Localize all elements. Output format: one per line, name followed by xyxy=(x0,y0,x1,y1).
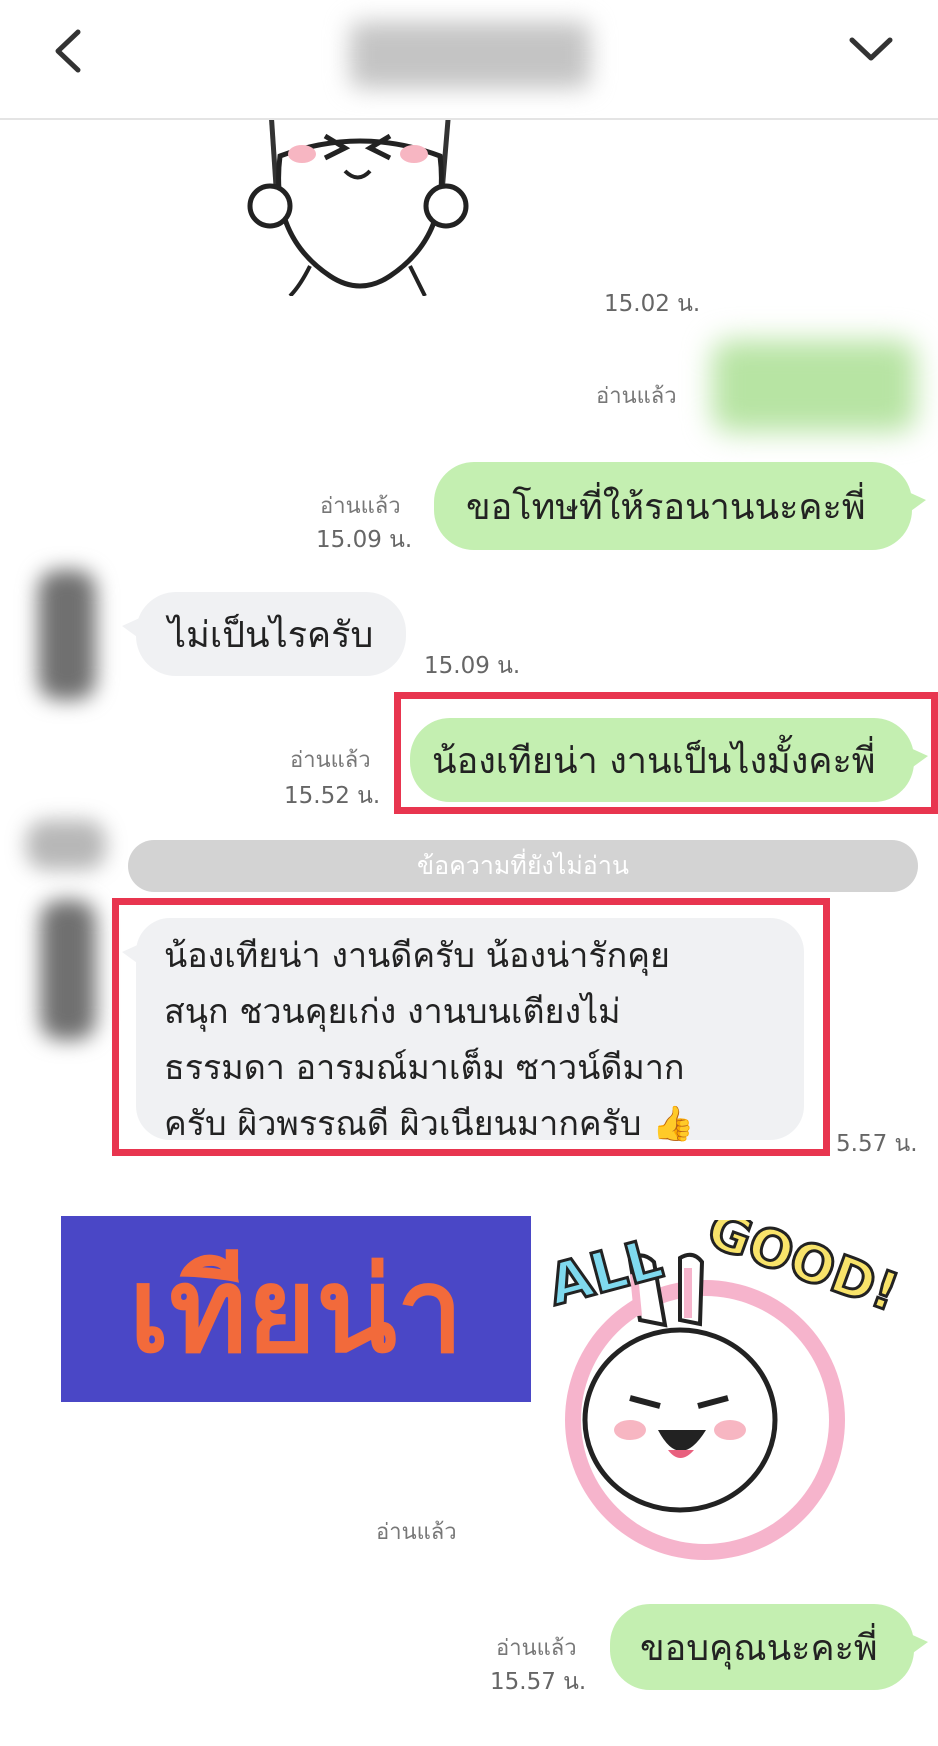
blurred-contact-name xyxy=(350,22,590,88)
read-receipt: อ่านแล้ว xyxy=(496,1636,577,1661)
avatar xyxy=(26,820,106,870)
chat-header xyxy=(0,0,938,120)
outgoing-message-bubble[interactable]: ขอบคุณนะคะพี่ xyxy=(610,1604,928,1690)
highlight-box xyxy=(112,898,830,1156)
highlight-box xyxy=(394,692,938,814)
message-time: 15.02 น. xyxy=(604,291,701,317)
sticker-character-image[interactable] xyxy=(240,96,470,296)
message-time: 15.09 น. xyxy=(316,527,413,553)
message-time: 5.57 น. xyxy=(836,1131,918,1157)
read-receipt: อ่านแล้ว xyxy=(320,494,401,519)
all-good-sticker-image[interactable]: ALL GOOD! xyxy=(530,1220,900,1560)
message-time: 15.57 น. xyxy=(490,1669,587,1695)
unread-divider: ข้อความที่ยังไม่อ่าน xyxy=(128,840,918,892)
message-time: 15.52 น. xyxy=(284,783,381,809)
read-receipt: อ่านแล้ว xyxy=(376,1520,457,1545)
watermark-banner: เทียน่า xyxy=(61,1216,531,1402)
read-receipt: อ่านแล้ว xyxy=(290,748,371,773)
read-receipt: อ่านแล้ว xyxy=(596,384,677,409)
outgoing-message-bubble[interactable]: ขอโทษที่ให้รอนานนะคะพี่ xyxy=(434,462,926,550)
incoming-message-bubble[interactable]: ไม่เป็นไรครับ xyxy=(122,592,406,676)
avatar[interactable] xyxy=(38,570,96,700)
blurred-message-bubble xyxy=(712,340,916,432)
message-time: 15.09 น. xyxy=(424,653,521,679)
chevron-left-icon[interactable] xyxy=(48,28,88,74)
chevron-down-icon[interactable] xyxy=(848,34,894,64)
avatar[interactable] xyxy=(40,900,96,1040)
